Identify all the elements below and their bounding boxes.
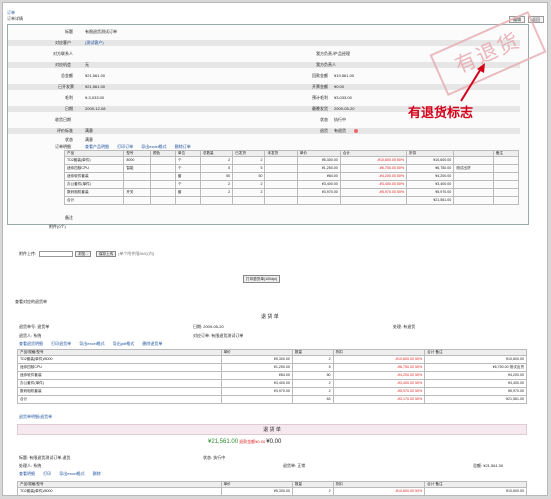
return-section-title: 查看对应的退货单 bbox=[15, 299, 47, 304]
manager-label: 我方负责人 bbox=[316, 51, 336, 56]
return-field-order: 对应订单: 有限退货测试订单 bbox=[193, 333, 244, 338]
return-field-handle: 处理: 有退货 bbox=[393, 324, 416, 329]
title-label: 标题 bbox=[65, 29, 73, 34]
table-row-total: 合计 ¥21,561.00 bbox=[63, 196, 520, 205]
bottom-field-title: 标题: 有限退货测试订单-退货 bbox=[19, 455, 71, 460]
print-button[interactable]: 打印退货单(100dpi) bbox=[243, 275, 281, 283]
date-label: 日期 bbox=[65, 106, 73, 111]
view-return-items-link[interactable]: 查看退货明细 bbox=[19, 341, 43, 346]
state-value: 满意 bbox=[85, 137, 93, 142]
return-doc-title: 退 货 单 bbox=[261, 314, 279, 320]
bottom-field-status: 状态: 执行中 bbox=[203, 455, 226, 460]
est-profit-value: ¥3,033.00 bbox=[334, 95, 352, 100]
items-table: 产品 型号 颜色 单位 总数量 已发货 未发货 单价 合计 折扣 备注 TD2套装(单件) 8000 个… bbox=[63, 150, 520, 205]
blank-label: 我方负责人 bbox=[316, 62, 336, 67]
window: 订单 订单详情 编辑 返回 标题 有限退货测试订单 对应客户 (测试客户) 对方… bbox=[2, 2, 548, 496]
customer-value[interactable]: (测试客户) bbox=[85, 40, 104, 46]
table-row[interactable]: 迷你四核CPU 智能个 5 5 ¥1,250.00 -¥6,750.00 50% ¥6,75… bbox=[63, 164, 520, 173]
received-label: 回款金额 bbox=[312, 73, 328, 78]
table-row[interactable]: 办公套件(单件) 个 2 2 ¥3,400.00 -¥3,400.00 50% ¥3,400… bbox=[63, 180, 520, 189]
received-value: ¥19,561.00 bbox=[334, 73, 355, 78]
attachment-label: 附件(0个) bbox=[49, 224, 66, 229]
table-row[interactable]: TD2套装(单件) 8000 个 2 2 ¥5,300.00 -¥10,600.00 50%… bbox=[63, 156, 520, 165]
return-field-person: 退货人: 系统 bbox=[19, 333, 42, 338]
refund-amount: 退款金额¥0.00 bbox=[239, 439, 266, 444]
return-flag-icon bbox=[354, 129, 358, 133]
print-order-link[interactable]: 打印订单 bbox=[117, 144, 133, 149]
bottom-items-table: 产品/规格/型号 单价 数量 折扣 合计 备注 TD2套装(单件)/8000 ¥5,300… bbox=[17, 481, 527, 495]
browse-button[interactable]: 浏览... bbox=[75, 251, 92, 257]
title-value: 有限退货测试订单 bbox=[85, 29, 117, 34]
print-return-link[interactable]: 打印退货单 bbox=[51, 341, 71, 346]
latest-ship-value: 2009-05-20 bbox=[334, 106, 355, 111]
table-row[interactable]: TD2套装(单件)/8000 ¥5,300.00 2 -¥10,600.00 50% ¥… bbox=[17, 355, 527, 364]
paid-amount: ¥0.00 bbox=[266, 439, 282, 445]
bottom-field-return: 退货单: 正常 bbox=[283, 463, 306, 468]
opportunity-label: 对应机会 bbox=[55, 62, 71, 67]
receive-date-label: 收货日期 bbox=[55, 117, 71, 122]
return-summary-title: 退 货 单 bbox=[263, 427, 281, 433]
view-detail-link[interactable]: 查看明细 bbox=[19, 471, 35, 476]
upload-hint: (单个附件限5M以内) bbox=[118, 251, 155, 256]
latest-ship-label: 最晚发货 bbox=[312, 106, 328, 111]
rating-label: 评价标准 bbox=[57, 128, 73, 133]
upload-label: 附件上传: bbox=[19, 251, 37, 256]
delete-order-link[interactable]: 删除订单 bbox=[175, 144, 191, 149]
amount-value: ¥21,561.00 bbox=[85, 73, 106, 78]
return-field-date: 日期: 2009-05-20 bbox=[193, 324, 224, 329]
delete-link[interactable]: 删除 bbox=[93, 471, 101, 476]
bottom-links: 查看明细 打印 导出excel格式 删除 bbox=[19, 471, 108, 477]
invoiced-value: ¥21,561.00 bbox=[85, 84, 106, 89]
return-summary-amounts: ¥21,561.00 退款金额¥0.00 ¥0.00 bbox=[208, 439, 281, 446]
date-value: 2009-12-08 bbox=[85, 106, 106, 111]
profit-label: 毛利 bbox=[65, 95, 73, 100]
table-row[interactable]: 办公套件(单件) ¥3,400.00 2 -¥3,400.00 50% ¥3,400.0… bbox=[17, 379, 527, 388]
return-summary-bar: 退 货 单 bbox=[17, 424, 527, 435]
bottom-field-total: 总额: ¥21,561.00 bbox=[473, 463, 504, 468]
arrow-icon bbox=[460, 63, 485, 102]
est-profit-label: 预计毛利 bbox=[312, 95, 328, 100]
return-total: ¥21,561.00 bbox=[208, 439, 239, 445]
opportunity-value: 无 bbox=[85, 62, 89, 67]
return-annotation: 有退货标志 bbox=[408, 106, 474, 121]
return-items-table: 产品/规格/型号 单价 数量 折扣 合计 备注 TD2套装(单件)/8000 ¥5,300… bbox=[17, 349, 527, 404]
return-links: 查看退货明细 打印退货单 导出excel格式 导出pdf格式 删除退货单 bbox=[19, 341, 169, 347]
memo-label: 备注 bbox=[65, 215, 73, 220]
profit-value: ¥-3,033.00 bbox=[85, 95, 105, 100]
table-row[interactable]: TD2套装(单件)/8000 ¥5,300.00 2 -¥10,600.00 50% ¥… bbox=[17, 487, 527, 495]
invoice-amount-label: 开票金额 bbox=[312, 84, 328, 89]
return-label: 退货 bbox=[320, 128, 328, 133]
return-detail-link[interactable]: 退货单明细/退货单 bbox=[19, 414, 52, 420]
return-value: 有退货 bbox=[334, 128, 346, 133]
table-row[interactable]: 迷你四核CPU ¥1,250.00 5 -¥6,750.00 50% ¥6,750.00… bbox=[17, 363, 527, 372]
table-row[interactable]: 数码相机套装 开关套 2 2 ¥3,970.00 -¥5,970.00 50% ¥5,970… bbox=[63, 188, 520, 197]
file-input[interactable] bbox=[39, 251, 73, 257]
amount-label: 总金额 bbox=[61, 73, 73, 78]
export-excel-link[interactable]: 导出excel格式 bbox=[141, 144, 166, 149]
view-items-link[interactable]: 查看产品明细 bbox=[85, 144, 109, 149]
table-row[interactable]: 迷你软件套装 ¥84.00 50 -¥4,200.00 50% ¥4,200.00 bbox=[17, 371, 527, 380]
state-label: 状态 bbox=[65, 137, 73, 142]
status-value: 执行中 bbox=[334, 117, 346, 122]
return-field-no: 退货单号: 退货单 bbox=[19, 324, 50, 329]
delete-return-link[interactable]: 删除退货单 bbox=[142, 341, 162, 346]
status-label: 状态 bbox=[320, 117, 328, 122]
invoice-amount-value: ¥0.00 bbox=[334, 84, 345, 89]
upload-button[interactable]: 保存上传 bbox=[96, 251, 117, 257]
table-row[interactable]: 迷你软件套装套 50 50 ¥84.00 -¥4,200.00 50% ¥4,200.00 bbox=[63, 172, 520, 181]
bottom-field-handler: 处理人: 系统 bbox=[19, 463, 42, 468]
page-subtitle: 订单详情 bbox=[7, 16, 23, 21]
table-row-total: 合计 63 -¥3,170.00 50% ¥21,561.00 bbox=[17, 395, 527, 404]
print-link[interactable]: 打印 bbox=[43, 471, 51, 476]
export-pdf-link[interactable]: 导出pdf格式 bbox=[113, 341, 135, 346]
invoiced-label: 已开发票 bbox=[58, 84, 74, 89]
customer-label: 对应客户 bbox=[55, 40, 71, 45]
rating-value: 满意 bbox=[85, 128, 93, 133]
table-row[interactable]: 数码相机套装 ¥3,970.00 2 -¥5,970.00 50% ¥5,970.00 bbox=[17, 387, 527, 396]
export-excel-link[interactable]: 导出excel格式 bbox=[79, 341, 104, 346]
contact-label: 对方联系人 bbox=[53, 51, 73, 56]
export-excel-link[interactable]: 导出excel格式 bbox=[59, 471, 84, 476]
manager-value: 产品经理 bbox=[334, 51, 350, 56]
